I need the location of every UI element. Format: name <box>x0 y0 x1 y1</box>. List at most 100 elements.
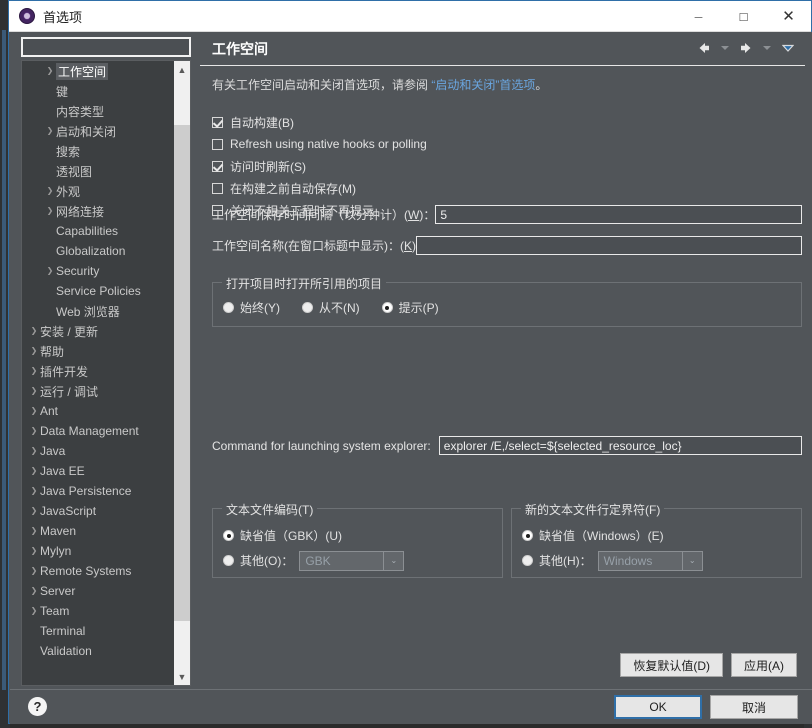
sidebar-item[interactable]: ❯Capabilities <box>22 221 174 241</box>
sidebar-item[interactable]: ❯键 <box>22 81 174 101</box>
sidebar-item[interactable]: ❯Service Policies <box>22 281 174 301</box>
sidebar-item[interactable]: ❯ 插件开发 <box>22 361 174 381</box>
forward-arrow-icon[interactable] <box>737 39 755 57</box>
sidebar-item[interactable]: ❯ Mylyn <box>22 541 174 561</box>
startup-shutdown-link[interactable]: “启动和关闭”首选项 <box>431 78 535 92</box>
scrollbar-thumb[interactable] <box>174 125 190 621</box>
radio-indicator[interactable] <box>223 302 234 313</box>
sidebar-item[interactable]: ❯透视图 <box>22 161 174 181</box>
preferences-tree[interactable]: ❯工作空间❯键❯内容类型❯启动和关闭❯搜索❯透视图❯外观❯网络连接❯Capabi… <box>21 60 191 686</box>
back-arrow-icon[interactable] <box>695 39 713 57</box>
sidebar-item[interactable]: ❯ Java Persistence <box>22 481 174 501</box>
chevron-right-icon[interactable]: ❯ <box>44 61 56 81</box>
chevron-right-icon[interactable]: ❯ <box>28 541 40 561</box>
sidebar-item[interactable]: ❯Validation <box>22 641 174 661</box>
chevron-right-icon[interactable]: ❯ <box>28 341 40 361</box>
back-dropdown-icon[interactable] <box>716 39 734 57</box>
referenced-project-option[interactable]: 提示(P) <box>381 299 439 316</box>
encoding-combo[interactable]: GBK ⌄ <box>299 550 405 571</box>
sidebar-item[interactable]: ❯搜索 <box>22 141 174 161</box>
sidebar-item[interactable]: ❯ 网络连接 <box>22 201 174 221</box>
sidebar-item[interactable]: ❯ 安装 / 更新 <box>22 321 174 341</box>
apply-button[interactable]: 应用(A) <box>731 653 797 677</box>
sidebar-item[interactable]: ❯ Ant <box>22 401 174 421</box>
chevron-right-icon[interactable]: ❯ <box>28 421 40 441</box>
checkbox-indicator[interactable] <box>212 182 223 194</box>
chevron-right-icon[interactable]: ❯ <box>28 481 40 501</box>
cancel-button[interactable]: 取消 <box>710 695 798 719</box>
text-input[interactable] <box>435 205 802 224</box>
chevron-right-icon[interactable]: ❯ <box>28 401 40 421</box>
chevron-right-icon[interactable]: ❯ <box>28 521 40 541</box>
sidebar-item[interactable]: ❯ Java <box>22 441 174 461</box>
restore-defaults-button[interactable]: 恢复默认值(D) <box>620 653 723 677</box>
chevron-right-icon[interactable]: ❯ <box>44 261 56 281</box>
sidebar-item[interactable]: ❯ Java EE <box>22 461 174 481</box>
sidebar-item[interactable]: ❯Globalization <box>22 241 174 261</box>
chevron-right-icon[interactable]: ❯ <box>28 441 40 461</box>
encoding-other-radio[interactable]: 其他(O)： GBK ⌄ <box>223 548 405 573</box>
sidebar-item[interactable]: ❯Terminal <box>22 621 174 641</box>
encoding-default-radio[interactable]: 缺省值（GBK）(U) <box>223 523 404 548</box>
chevron-right-icon[interactable]: ❯ <box>28 381 40 401</box>
chevron-right-icon[interactable]: ❯ <box>44 181 56 201</box>
text-input[interactable] <box>416 236 802 255</box>
chevron-down-icon[interactable]: ⌄ <box>682 550 703 571</box>
chevron-right-icon[interactable]: ❯ <box>28 321 40 341</box>
referenced-project-option[interactable]: 从不(N) <box>302 299 360 316</box>
checkbox-row[interactable]: 自动构建(B) <box>212 111 427 133</box>
chevron-right-icon[interactable]: ❯ <box>28 601 40 621</box>
checkbox-indicator[interactable] <box>212 138 223 150</box>
sidebar-item[interactable]: ❯ JavaScript <box>22 501 174 521</box>
sidebar-item[interactable]: ❯ 外观 <box>22 181 174 201</box>
scroll-down-icon[interactable]: ▼ <box>174 668 190 685</box>
delimiter-combo[interactable]: Windows ⌄ <box>597 550 703 571</box>
chevron-right-icon[interactable]: ❯ <box>28 581 40 601</box>
chevron-right-icon[interactable]: ❯ <box>28 501 40 521</box>
referenced-projects-legend: 打开项目时打开所引用的项目 <box>222 275 387 292</box>
maximize-icon[interactable]: □ <box>721 1 766 31</box>
tree-scrollbar[interactable]: ▲ ▼ <box>174 61 190 685</box>
delimiter-other-radio[interactable]: 其他(H)： Windows ⌄ <box>522 548 703 573</box>
chevron-right-icon[interactable]: ❯ <box>28 461 40 481</box>
sidebar-item[interactable]: ❯ Data Management <box>22 421 174 441</box>
sidebar-item[interactable]: ❯Web 浏览器 <box>22 301 174 321</box>
sidebar-item[interactable]: ❯ 帮助 <box>22 341 174 361</box>
close-icon[interactable]: ✕ <box>766 1 811 31</box>
sidebar-item[interactable]: ❯ Team <box>22 601 174 621</box>
sidebar-item[interactable]: ❯ 工作空间 <box>22 61 174 81</box>
view-menu-icon[interactable] <box>779 39 797 57</box>
checkbox-row[interactable]: 在构建之前自动保存(M) <box>212 177 427 199</box>
sidebar-item[interactable]: ❯ 运行 / 调试 <box>22 381 174 401</box>
ok-button[interactable]: OK <box>614 695 702 719</box>
chevron-down-icon[interactable]: ⌄ <box>384 550 405 571</box>
checkbox-row[interactable]: Refresh using native hooks or polling <box>212 133 427 155</box>
help-icon[interactable]: ? <box>28 697 47 716</box>
radio-indicator[interactable] <box>302 302 313 313</box>
radio-indicator[interactable] <box>381 302 393 313</box>
delimiter-default-radio[interactable]: 缺省值（Windows）(E) <box>522 523 703 548</box>
referenced-project-option[interactable]: 始终(Y) <box>223 299 280 316</box>
chevron-right-icon[interactable]: ❯ <box>28 561 40 581</box>
tree-spacer: ❯ <box>44 161 56 181</box>
sidebar-item[interactable]: ❯ Maven <box>22 521 174 541</box>
chevron-right-icon[interactable]: ❯ <box>44 121 56 141</box>
checkbox-row[interactable]: 访问时刷新(S) <box>212 155 427 177</box>
forward-dropdown-icon[interactable] <box>758 39 776 57</box>
chevron-right-icon[interactable]: ❯ <box>44 201 56 221</box>
sidebar-item[interactable]: ❯ Remote Systems <box>22 561 174 581</box>
chevron-right-icon[interactable]: ❯ <box>28 361 40 381</box>
checkbox-indicator[interactable] <box>212 116 223 128</box>
sidebar-item[interactable]: ❯内容类型 <box>22 101 174 121</box>
search-input[interactable] <box>23 39 189 55</box>
window-title: 首选项 <box>43 9 83 25</box>
scroll-up-icon[interactable]: ▲ <box>174 61 190 78</box>
sidebar-item[interactable]: ❯ 启动和关闭 <box>22 121 174 141</box>
checkbox-indicator[interactable] <box>212 160 223 172</box>
system-explorer-input[interactable] <box>438 436 802 455</box>
sidebar-item[interactable]: ❯ Server <box>22 581 174 601</box>
filter-search-box[interactable] <box>21 37 191 57</box>
sidebar-item[interactable]: ❯ Security <box>22 261 174 281</box>
footer-buttons: OK 取消 <box>614 695 798 719</box>
minimize-icon[interactable]: – <box>676 1 721 31</box>
